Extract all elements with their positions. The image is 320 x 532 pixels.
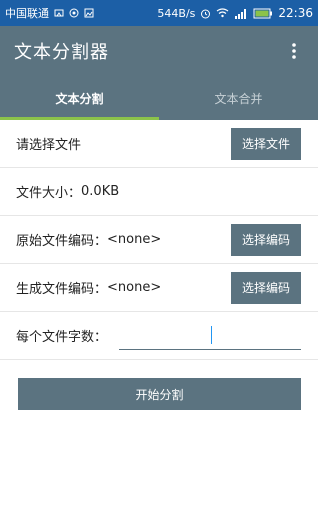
- tab-bar: 文本分割 文本合并: [0, 76, 318, 120]
- network-speed: 544B/s: [157, 6, 196, 20]
- status-bar: 中国联通 544B/s 22:36: [0, 0, 318, 26]
- battery-icon: [253, 8, 273, 19]
- screen: 中国联通 544B/s 22:36 文本分割器 文本分割 文本合并 请选择文件 …: [0, 0, 318, 532]
- chars-per-file-label: 每个文件字数：: [16, 330, 108, 345]
- source-encoding-label: 原始文件编码：: [16, 234, 108, 249]
- status-right: 544B/s 22:36: [157, 6, 313, 20]
- output-encoding-row: 生成文件编码： <none> 选择编码: [0, 264, 318, 312]
- output-encoding-value: <none>: [107, 280, 162, 295]
- status-left: 中国联通: [5, 5, 94, 21]
- file-size-info: 文件大小： 0.0KB: [16, 182, 119, 201]
- select-source-encoding-button[interactable]: 选择编码: [231, 223, 301, 256]
- select-file-row: 请选择文件 选择文件: [0, 120, 318, 168]
- app-bar: 文本分割器: [0, 26, 318, 76]
- notification-icon: [54, 8, 64, 18]
- split-form: 请选择文件 选择文件 文件大小： 0.0KB 原始文件编码： <none> 选择…: [0, 120, 318, 360]
- chars-per-file-input[interactable]: [119, 322, 301, 350]
- tab-merge[interactable]: 文本合并: [159, 76, 318, 120]
- chars-per-file-row: 每个文件字数：: [0, 312, 318, 360]
- app-title: 文本分割器: [14, 42, 109, 63]
- source-encoding-value: <none>: [107, 232, 162, 247]
- file-size-value: 0.0KB: [81, 184, 120, 199]
- image-icon: [84, 8, 94, 18]
- sync-icon: [69, 8, 79, 18]
- source-encoding-row: 原始文件编码： <none> 选择编码: [0, 216, 318, 264]
- text-caret: [211, 325, 212, 344]
- alarm-icon: [200, 8, 211, 19]
- select-output-encoding-button[interactable]: 选择编码: [231, 271, 301, 304]
- file-size-label: 文件大小：: [16, 186, 82, 201]
- file-size-row: 文件大小： 0.0KB: [0, 168, 318, 216]
- clock: 22:36: [278, 6, 313, 20]
- signal-icon: [234, 8, 248, 19]
- more-vert-icon[interactable]: [284, 39, 304, 63]
- output-encoding-info: 生成文件编码： <none>: [16, 278, 161, 297]
- select-file-label: 请选择文件: [16, 138, 82, 153]
- tab-split[interactable]: 文本分割: [0, 76, 159, 120]
- select-file-button[interactable]: 选择文件: [231, 127, 301, 160]
- source-encoding-info: 原始文件编码： <none>: [16, 230, 161, 249]
- start-split-button[interactable]: 开始分割: [18, 378, 301, 410]
- wifi-icon: [216, 8, 229, 18]
- carrier-name: 中国联通: [5, 7, 49, 20]
- output-encoding-label: 生成文件编码：: [16, 282, 108, 297]
